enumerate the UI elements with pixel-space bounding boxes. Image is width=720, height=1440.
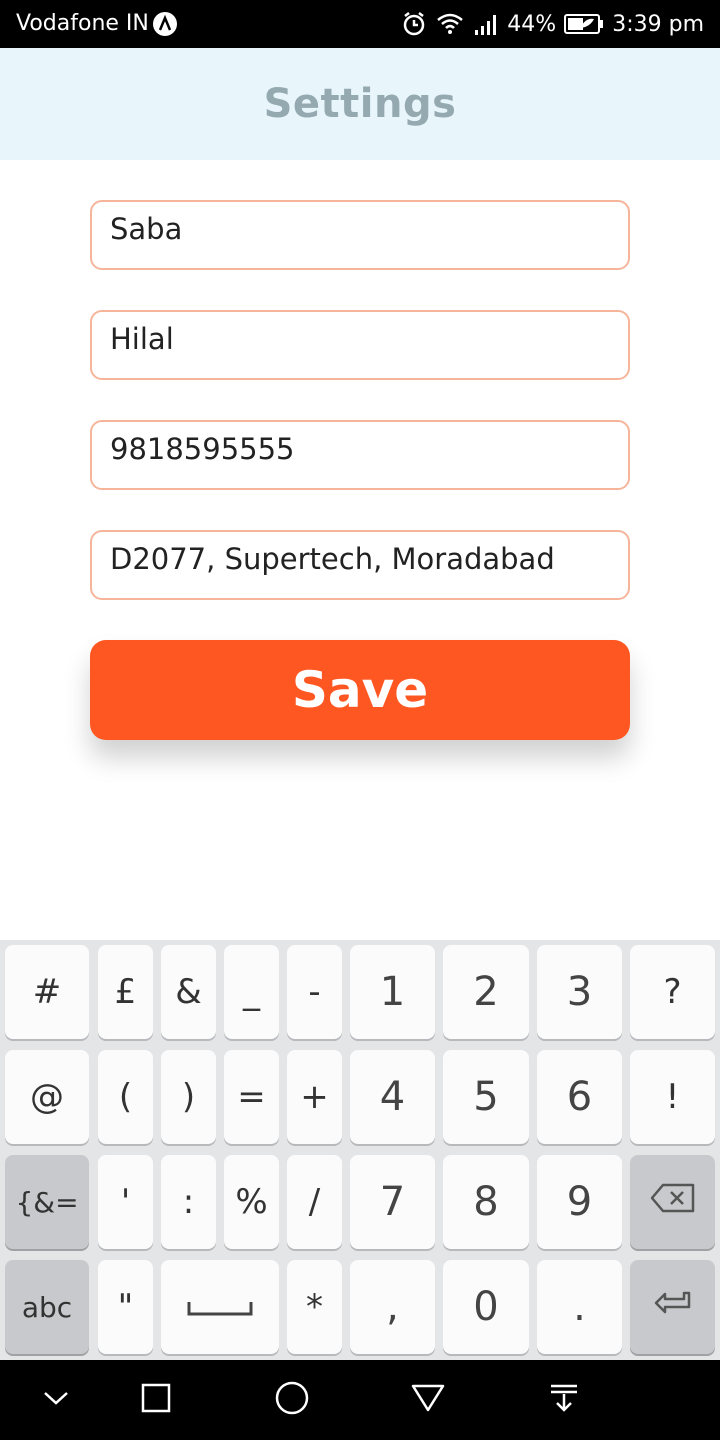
key-6[interactable]: 6 bbox=[537, 1050, 622, 1144]
signal-icon bbox=[473, 11, 499, 37]
key-close-paren[interactable]: ) bbox=[161, 1050, 216, 1144]
enter-key[interactable] bbox=[630, 1260, 715, 1354]
first-name-field-container bbox=[90, 200, 630, 270]
key-percent[interactable]: % bbox=[224, 1155, 279, 1249]
alarm-icon bbox=[401, 11, 427, 37]
key-equals[interactable]: = bbox=[224, 1050, 279, 1144]
hide-keyboard-button[interactable] bbox=[32, 1376, 80, 1424]
last-name-field[interactable] bbox=[92, 312, 628, 378]
key-period[interactable]: . bbox=[537, 1260, 622, 1354]
key-open-paren[interactable]: ( bbox=[98, 1050, 153, 1144]
pull-down-icon bbox=[548, 1382, 580, 1419]
key-0[interactable]: 0 bbox=[443, 1260, 529, 1354]
key-4[interactable]: 4 bbox=[350, 1050, 435, 1144]
save-button[interactable]: Save bbox=[90, 640, 630, 740]
phone-field-container bbox=[90, 420, 630, 490]
key-hash[interactable]: # bbox=[5, 945, 89, 1039]
battery-percent: 44% bbox=[507, 11, 557, 37]
space-icon bbox=[187, 1287, 253, 1327]
key-5[interactable]: 5 bbox=[443, 1050, 529, 1144]
key-colon[interactable]: : bbox=[161, 1155, 216, 1249]
key-7[interactable]: 7 bbox=[350, 1155, 435, 1249]
battery-icon bbox=[564, 13, 604, 35]
clock-time: 3:39 pm bbox=[612, 11, 704, 37]
square-icon bbox=[140, 1382, 172, 1419]
carrier-logo-icon bbox=[153, 12, 177, 36]
key-question[interactable]: ? bbox=[630, 945, 715, 1039]
page-title: Settings bbox=[263, 81, 457, 127]
notification-pull-button[interactable] bbox=[540, 1376, 588, 1424]
circle-icon bbox=[274, 1380, 310, 1421]
key-3[interactable]: 3 bbox=[537, 945, 622, 1039]
key-at[interactable]: @ bbox=[5, 1050, 89, 1144]
backspace-key[interactable] bbox=[630, 1155, 715, 1249]
home-button[interactable] bbox=[268, 1376, 316, 1424]
address-field-container bbox=[90, 530, 630, 600]
app-header: Settings bbox=[0, 48, 720, 160]
back-button[interactable] bbox=[404, 1376, 452, 1424]
status-bar: Vodafone IN 44% 3:39 pm bbox=[0, 0, 720, 48]
key-pound[interactable]: £ bbox=[98, 945, 153, 1039]
address-field[interactable] bbox=[92, 532, 628, 598]
key-hyphen[interactable]: - bbox=[287, 945, 342, 1039]
key-ampersand[interactable]: & bbox=[161, 945, 216, 1039]
key-1[interactable]: 1 bbox=[350, 945, 435, 1039]
key-8[interactable]: 8 bbox=[443, 1155, 529, 1249]
space-key[interactable] bbox=[161, 1260, 279, 1354]
chevron-down-icon bbox=[41, 1388, 71, 1413]
wifi-icon bbox=[435, 11, 465, 37]
key-plus[interactable]: + bbox=[287, 1050, 342, 1144]
key-abc[interactable]: abc bbox=[5, 1260, 89, 1354]
key-2[interactable]: 2 bbox=[443, 945, 529, 1039]
key-asterisk[interactable]: * bbox=[287, 1260, 342, 1354]
key-comma[interactable]: , bbox=[350, 1260, 435, 1354]
first-name-field[interactable] bbox=[92, 202, 628, 268]
carrier-name: Vodafone IN bbox=[16, 11, 149, 36]
key-more-symbols[interactable]: {&= bbox=[5, 1155, 89, 1249]
last-name-field-container bbox=[90, 310, 630, 380]
key-underscore[interactable]: _ bbox=[224, 945, 279, 1039]
key-apostrophe[interactable]: ' bbox=[98, 1155, 153, 1249]
backspace-icon bbox=[650, 1182, 696, 1222]
key-exclamation[interactable]: ! bbox=[630, 1050, 715, 1144]
key-quote[interactable]: " bbox=[98, 1260, 153, 1354]
symbol-keyboard: # £ & _ - 1 2 3 ? @ ( ) = + 4 5 6 ! {&= … bbox=[0, 940, 720, 1360]
recents-button[interactable] bbox=[132, 1376, 180, 1424]
triangle-back-icon bbox=[410, 1382, 446, 1419]
key-slash[interactable]: / bbox=[287, 1155, 342, 1249]
enter-icon bbox=[653, 1287, 693, 1327]
navigation-bar bbox=[0, 1360, 720, 1440]
key-9[interactable]: 9 bbox=[537, 1155, 622, 1249]
phone-field[interactable] bbox=[92, 422, 628, 488]
